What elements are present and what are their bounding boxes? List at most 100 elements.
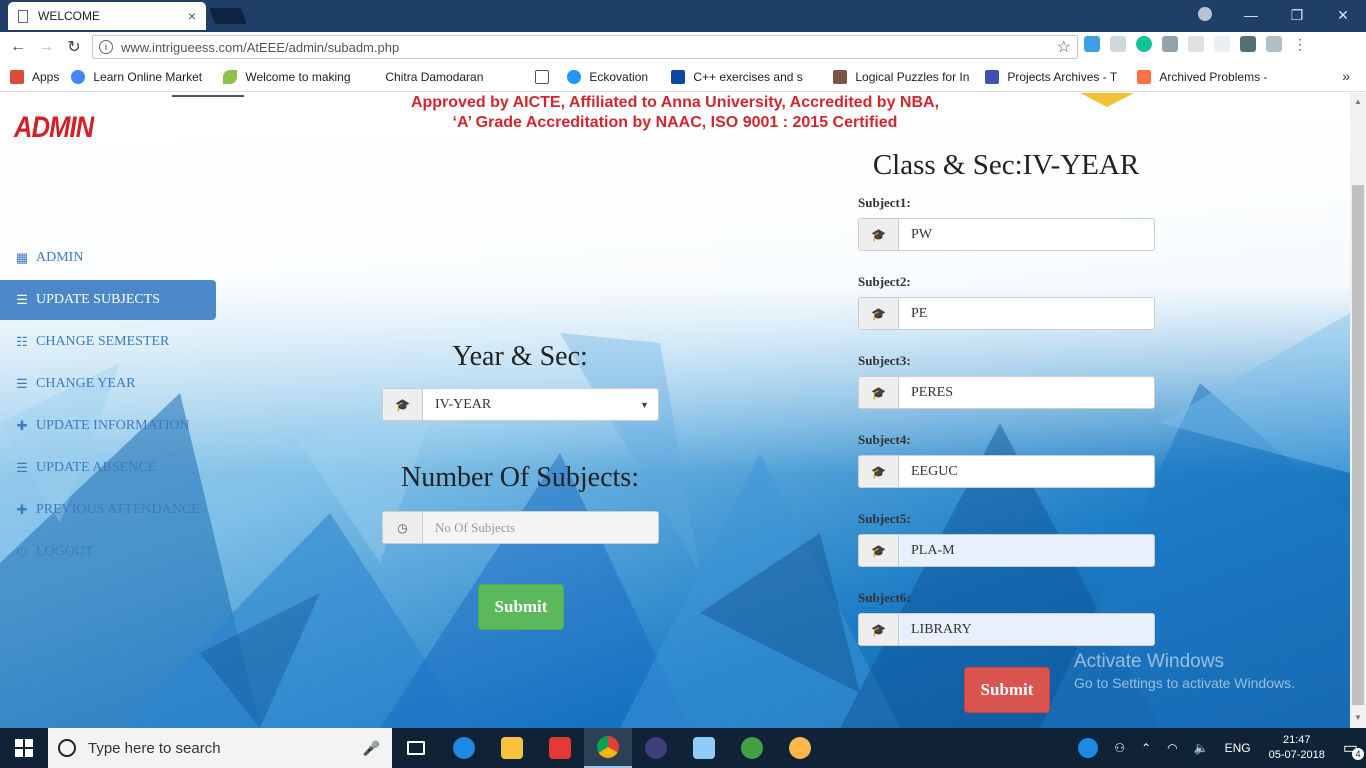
- store-icon[interactable]: [536, 728, 584, 768]
- file-explorer-icon[interactable]: [488, 728, 536, 768]
- profile-icon[interactable]: [1198, 7, 1212, 21]
- url-text[interactable]: www.intrigueess.com/AtEEE/admin/subadm.p…: [121, 40, 1057, 55]
- sidebar-item-update-absence[interactable]: ☰ UPDATE ABSENCE: [0, 448, 216, 488]
- notifications-icon[interactable]: ▭ 4: [1343, 738, 1364, 760]
- reload-icon[interactable]: ↻: [60, 37, 88, 57]
- grid-icon: [985, 69, 1000, 84]
- page-scrollbar[interactable]: ▲ ▼: [1350, 93, 1366, 728]
- subject3-value[interactable]: PERES: [899, 377, 1154, 408]
- sidebar-item-change-year[interactable]: ☰ CHANGE YEAR: [0, 364, 216, 404]
- subject6-value[interactable]: LIBRARY: [899, 614, 1154, 645]
- submit-subjects-button[interactable]: Submit: [964, 667, 1050, 713]
- volume-icon[interactable]: 🔈: [1194, 741, 1209, 755]
- sidebar-item-change-semester[interactable]: ☷ CHANGE SEMESTER: [0, 322, 216, 362]
- task-view-icon[interactable]: [392, 728, 440, 768]
- year-sec-select[interactable]: 🎓 IV-YEAR ▼: [382, 388, 659, 421]
- sidebar-item-admin[interactable]: ▦ ADMIN: [0, 238, 216, 278]
- subject4-field[interactable]: 🎓 EEGUC: [858, 455, 1155, 488]
- wifi-icon[interactable]: ◠: [1167, 741, 1177, 755]
- start-button[interactable]: [0, 728, 48, 768]
- close-window-icon[interactable]: ✕: [1320, 0, 1366, 30]
- edge-icon[interactable]: [440, 728, 488, 768]
- scroll-down-icon[interactable]: ▼: [1354, 713, 1362, 722]
- extension-icon[interactable]: [1214, 36, 1230, 52]
- submit-subject-count-button[interactable]: Submit: [478, 584, 564, 630]
- subject5-label: Subject5:: [858, 511, 911, 526]
- scroll-thumb[interactable]: [1352, 185, 1364, 705]
- bookmark-item[interactable]: C++ exercises and s: [671, 69, 821, 84]
- graduation-cap-icon: 🎓: [859, 535, 899, 566]
- back-icon[interactable]: ←: [4, 38, 32, 56]
- subject1-value[interactable]: PW: [899, 219, 1154, 250]
- grammarly-icon[interactable]: [1136, 36, 1152, 52]
- bookmark-item[interactable]: [535, 69, 555, 84]
- language-indicator[interactable]: ENG: [1225, 741, 1251, 755]
- sidebar-item-logout[interactable]: ⏻ LOGOUT: [0, 532, 216, 572]
- paint-icon[interactable]: [776, 728, 824, 768]
- bookmark-apps[interactable]: Apps: [10, 69, 59, 84]
- atom-icon[interactable]: [728, 728, 776, 768]
- subject5-field[interactable]: 🎓 PLA-M: [858, 534, 1155, 567]
- sidebar-item-update-information[interactable]: ✚ UPDATE INFORMATION: [0, 406, 216, 446]
- list-icon: ☷: [16, 334, 28, 349]
- list-icon: ☰: [16, 376, 28, 391]
- subject4-value[interactable]: EEGUC: [899, 456, 1154, 487]
- extension-icons: ⋮: [1084, 36, 1308, 52]
- bookmarks-more-icon[interactable]: »: [1342, 68, 1350, 84]
- bookmark-star-icon[interactable]: ☆: [1057, 37, 1071, 57]
- bookmark-item[interactable]: Chitra Damodaran: [385, 70, 523, 84]
- menu-icon[interactable]: ⋮: [1292, 36, 1308, 52]
- power-icon: ⏻: [16, 544, 28, 559]
- cortana-icon: [58, 739, 76, 757]
- num-subjects-input[interactable]: ◷ No Of Subjects: [382, 511, 659, 544]
- tab-close-icon[interactable]: ×: [188, 8, 196, 24]
- sidebar-item-previous-attendance[interactable]: ✚ PREVIOUS ATTENDANCE: [0, 490, 216, 530]
- browser-titlebar: WELCOME × — ❐ ✕: [0, 0, 1366, 32]
- address-bar[interactable]: i www.intrigueess.com/AtEEE/admin/subadm…: [92, 35, 1078, 59]
- minimize-icon[interactable]: —: [1228, 0, 1274, 30]
- banner-line-2: ‘A’ Grade Accreditation by NAAC, ISO 900…: [452, 114, 898, 131]
- dropdown-arrow-icon[interactable]: ▼: [640, 389, 658, 420]
- extension-icon[interactable]: [1188, 36, 1204, 52]
- extension-icon[interactable]: [1084, 36, 1100, 52]
- clock[interactable]: 21:47 05-07-2018: [1269, 733, 1325, 763]
- num-subjects-placeholder[interactable]: No Of Subjects: [423, 512, 658, 543]
- page-icon: [18, 9, 28, 23]
- microphone-icon[interactable]: 🎤: [363, 740, 380, 757]
- restore-icon[interactable]: ❐: [1274, 0, 1320, 30]
- search-placeholder: Type here to search: [88, 739, 221, 757]
- subject3-field[interactable]: 🎓 PERES: [858, 376, 1155, 409]
- bookmark-item[interactable]: Eckovation: [567, 69, 659, 84]
- new-tab-button[interactable]: [209, 8, 247, 24]
- bookmark-item[interactable]: Projects Archives - T: [985, 69, 1125, 84]
- browser-tab[interactable]: WELCOME ×: [8, 2, 206, 30]
- activate-windows-watermark: Activate Windows Go to Settings to activ…: [1074, 651, 1295, 691]
- extension-icon[interactable]: [1266, 36, 1282, 52]
- extension-icon[interactable]: [1240, 36, 1256, 52]
- eclipse-icon[interactable]: [632, 728, 680, 768]
- extension-icon[interactable]: [1162, 36, 1178, 52]
- subject2-value[interactable]: PE: [899, 298, 1154, 329]
- subject5-value[interactable]: PLA-M: [899, 535, 1154, 566]
- show-hidden-icons[interactable]: ⌃: [1141, 741, 1151, 755]
- subject1-field[interactable]: 🎓 PW: [858, 218, 1155, 251]
- bookmark-item[interactable]: Archived Problems -: [1137, 69, 1277, 84]
- people-icon[interactable]: ⚇: [1114, 741, 1125, 755]
- subject2-field[interactable]: 🎓 PE: [858, 297, 1155, 330]
- bookmark-item[interactable]: Learn Online Market: [71, 69, 211, 84]
- bookmark-item[interactable]: Logical Puzzles for In: [833, 69, 973, 84]
- graduation-cap-icon: 🎓: [859, 219, 899, 250]
- sidebar-item-update-subjects[interactable]: ☰ UPDATE SUBJECTS: [0, 280, 216, 320]
- year-sec-value[interactable]: IV-YEAR: [423, 389, 640, 420]
- chrome-icon[interactable]: [584, 728, 632, 768]
- scroll-up-icon[interactable]: ▲: [1354, 97, 1362, 106]
- taskbar-search[interactable]: Type here to search 🎤: [48, 728, 392, 768]
- extension-icon[interactable]: [1110, 36, 1126, 52]
- info-icon[interactable]: i: [99, 40, 113, 54]
- forward-icon[interactable]: →: [32, 38, 60, 56]
- bookmark-item[interactable]: Welcome to making: [223, 69, 363, 84]
- virtualbox-icon[interactable]: [680, 728, 728, 768]
- puzzle-icon: [833, 69, 848, 84]
- help-icon[interactable]: [1078, 738, 1099, 758]
- subject6-field[interactable]: 🎓 LIBRARY: [858, 613, 1155, 646]
